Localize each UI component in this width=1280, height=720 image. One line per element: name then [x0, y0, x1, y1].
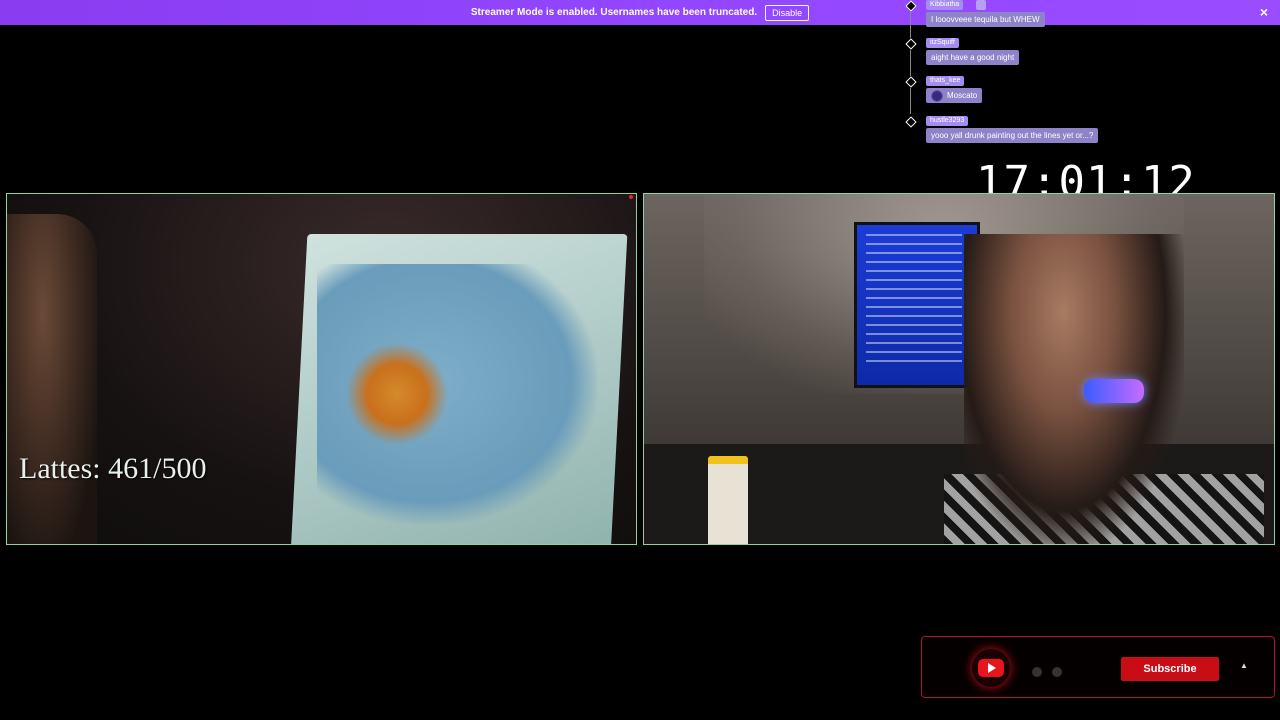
banner-message: Streamer Mode is enabled. Usernames have… [470, 7, 758, 18]
emote-icon [931, 89, 943, 102]
youtube-logo-ring [972, 649, 1010, 687]
dot-icon [1052, 667, 1062, 677]
camera-feed-right [643, 193, 1275, 545]
chat-username: hustle3293 [926, 116, 969, 126]
chat-text: Moscato [926, 88, 983, 103]
lattes-counter: Lattes: 461/500 [19, 452, 207, 485]
dot-icon [1032, 667, 1042, 677]
widget-dots [1032, 664, 1072, 682]
recording-dot-icon [629, 195, 633, 199]
youtube-icon [978, 659, 1004, 677]
chat-message: thats_kee Moscato [904, 76, 1204, 114]
subscribe-widget: Subscribe ▲ [921, 636, 1275, 698]
timeline-node-icon [905, 76, 917, 88]
chat-text: yooo yall drunk painting out the lines y… [926, 128, 1099, 143]
chat-message: hustle3293 yooo yall drunk painting out … [904, 116, 1204, 152]
chat-message: itzSquiff aight have a good night [904, 38, 1204, 76]
chat-username: itzSquiff [926, 38, 959, 48]
person-left [7, 214, 97, 544]
wipes-container [708, 456, 748, 544]
chat-username: thats_kee [926, 76, 965, 86]
timeline-line [910, 50, 911, 76]
timeline-line [910, 88, 911, 114]
chat-text-content: Moscato [947, 91, 978, 100]
monitor-text [866, 234, 962, 364]
person-right [964, 234, 1184, 544]
chat-text: aight have a good night [926, 50, 1020, 65]
caret-up-icon: ▲ [1240, 661, 1248, 670]
close-icon[interactable]: × [1260, 4, 1268, 20]
chat-text: I looovveee tequila but WHEW [926, 12, 1045, 27]
timeline-node-icon [905, 116, 917, 128]
chat-badge-icon [976, 0, 986, 10]
timeline-line [910, 12, 911, 38]
disable-button[interactable]: Disable [765, 4, 810, 21]
chat-message: Kibbiatha I looovveee tequila but WHEW [904, 0, 1204, 38]
timeline-node-icon [905, 38, 917, 50]
subscribe-button[interactable]: Subscribe [1121, 657, 1219, 681]
camera-feed-left [6, 193, 637, 545]
painting-flower [337, 334, 457, 454]
chat-username: Kibbiatha [926, 0, 964, 10]
timeline-node-icon [905, 0, 917, 12]
microphone-icon [1084, 379, 1144, 403]
